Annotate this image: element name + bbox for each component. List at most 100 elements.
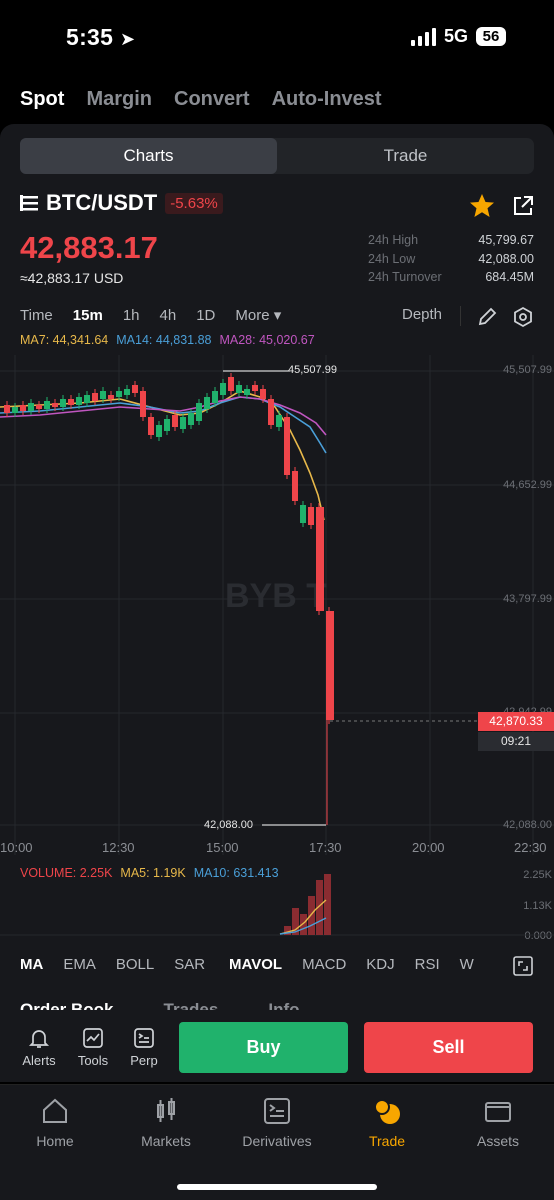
tab-margin[interactable]: Margin — [86, 88, 152, 111]
perp-icon — [134, 1028, 154, 1048]
candle — [20, 405, 26, 411]
ind-rsi[interactable]: RSI — [415, 956, 440, 973]
tabbar-assets-label: Assets — [476, 1133, 519, 1149]
tf-more[interactable]: More ▾ — [235, 306, 281, 324]
stat-label: 24h High — [368, 233, 419, 247]
candle — [196, 403, 202, 421]
indicator-tabs: MA EMA BOLL SAR MAVOL MACD KDJ RSI W — [20, 956, 474, 973]
tools-button[interactable]: Tools — [68, 1026, 118, 1068]
tabbar-trade[interactable]: Trade — [332, 1096, 442, 1149]
tabbar-markets[interactable]: Markets — [111, 1096, 221, 1149]
depth-button[interactable]: Depth — [402, 306, 442, 323]
x-tick: 22:30 — [514, 840, 547, 855]
candle — [28, 403, 34, 411]
stat-label: 24h Turnover — [368, 270, 442, 284]
ma14-label: MA14: 44,831.88 — [116, 333, 212, 347]
ind-macd[interactable]: MACD — [302, 956, 346, 973]
tf-4h[interactable]: 4h — [160, 307, 177, 324]
candle — [108, 395, 114, 399]
stat-label: 24h Low — [368, 251, 416, 266]
stat-value: 684.45M — [485, 270, 534, 284]
divider — [460, 306, 461, 326]
trade-tab[interactable]: Trade — [277, 138, 534, 174]
share-icon[interactable] — [511, 194, 535, 218]
trade-icon — [374, 1099, 400, 1124]
network-label: 5G — [443, 26, 468, 46]
tf-1d[interactable]: 1D — [196, 307, 215, 324]
candle — [36, 405, 42, 409]
markets-candle-icon — [157, 1098, 175, 1122]
tabbar-home-label: Home — [36, 1133, 74, 1149]
tf-1h[interactable]: 1h — [123, 307, 140, 324]
candle-countdown: 09:21 — [478, 732, 554, 751]
volume-bar — [324, 874, 331, 935]
settings-icon[interactable] — [512, 306, 534, 328]
alerts-button[interactable]: Alerts — [14, 1026, 64, 1068]
candle — [228, 377, 234, 391]
candle — [60, 399, 66, 407]
ind-sar[interactable]: SAR — [174, 956, 205, 973]
candle — [76, 397, 82, 405]
ma7-label: MA7: 44,341.64 — [20, 333, 109, 347]
candle — [4, 405, 10, 413]
charts-tab[interactable]: Charts — [20, 138, 277, 174]
volume-bar — [308, 896, 315, 935]
market-type-tabs: Spot Margin Convert Auto-Invest — [20, 88, 382, 111]
ind-ma[interactable]: MA — [20, 956, 43, 973]
x-tick: 12:30 — [102, 840, 135, 855]
ind-ema[interactable]: EMA — [63, 956, 96, 973]
location-arrow-icon: ➤ — [119, 29, 136, 49]
candle — [188, 413, 194, 425]
high-marker: 45,507.99 — [288, 364, 337, 376]
timeframe-bar: Time 15m 1h 4h 1D More ▾ — [20, 306, 281, 325]
tabbar-trade-label: Trade — [368, 1133, 406, 1149]
buy-button[interactable]: Buy — [179, 1022, 348, 1073]
candle — [100, 391, 106, 399]
signal-icon — [410, 27, 436, 46]
fullscreen-icon[interactable] — [512, 955, 534, 977]
candle — [292, 471, 298, 501]
y-tick: 45,507.99 — [503, 364, 552, 376]
home-icon — [43, 1098, 67, 1123]
ind-w[interactable]: W — [460, 956, 474, 973]
battery-icon: 56 — [476, 27, 506, 46]
ind-boll[interactable]: BOLL — [116, 956, 154, 973]
candle — [92, 393, 98, 401]
tab-auto-invest[interactable]: Auto-Invest — [272, 88, 382, 111]
y-tick: 42,088.00 — [503, 819, 552, 831]
usd-price: ≈42,883.17 USD — [20, 270, 124, 286]
tab-spot[interactable]: Spot — [20, 88, 64, 111]
alerts-label: Alerts — [22, 1053, 56, 1068]
y-tick: 43,797.99 — [503, 593, 552, 605]
tabbar-markets-label: Markets — [141, 1133, 191, 1149]
tf-time[interactable]: Time — [20, 307, 53, 324]
x-tick: 15:00 — [206, 840, 239, 855]
favorite-star-icon[interactable] — [469, 193, 495, 218]
tab-convert[interactable]: Convert — [174, 88, 250, 111]
ind-mavol[interactable]: MAVOL — [229, 956, 282, 973]
candle — [156, 425, 162, 437]
candle — [276, 415, 282, 427]
candlestick-chart[interactable]: BYB T — [0, 355, 554, 855]
perp-button[interactable]: Perp — [119, 1026, 169, 1068]
candle — [212, 391, 218, 403]
ind-kdj[interactable]: KDJ — [366, 956, 394, 973]
candle — [220, 383, 226, 395]
candle — [252, 385, 258, 391]
bell-icon — [28, 1030, 50, 1048]
pair-selector[interactable]: BTC/USDT -5.63% — [20, 190, 223, 216]
tabbar-assets[interactable]: Assets — [443, 1096, 553, 1149]
home-indicator — [177, 1184, 377, 1190]
pencil-icon[interactable] — [476, 306, 498, 328]
stat-value: 45,799.67 — [478, 233, 534, 247]
tf-15m[interactable]: 15m — [73, 307, 103, 324]
last-price: 42,883.17 — [20, 230, 158, 265]
tabbar-home[interactable]: Home — [0, 1096, 110, 1149]
sell-button[interactable]: Sell — [364, 1022, 533, 1073]
candle — [300, 505, 306, 523]
candle — [260, 389, 266, 399]
tabbar-derivatives[interactable]: Derivatives — [222, 1096, 332, 1149]
watermark: BYB T — [225, 577, 327, 615]
candle — [180, 417, 186, 429]
volume-chart — [0, 874, 554, 936]
